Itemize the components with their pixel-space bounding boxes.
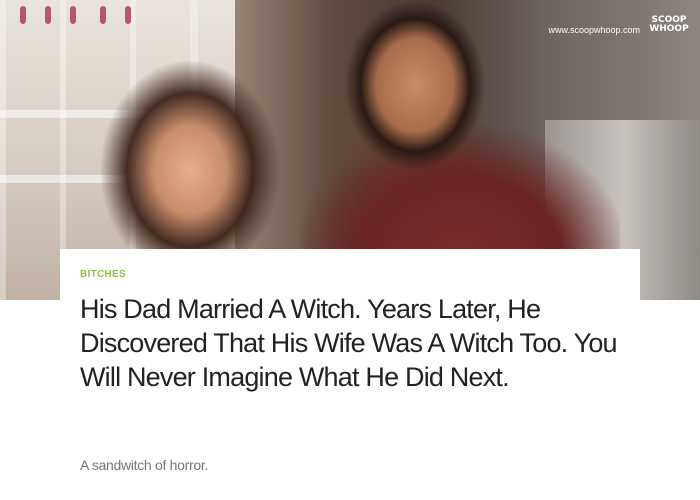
article-card[interactable]: BITCHES His Dad Married A Witch. Years L… [60,249,640,500]
chandelier [10,0,150,30]
article-subtitle: A sandwitch of horror. [80,457,209,473]
scoopwhoop-logo: SCOOP WHOOP [648,16,690,34]
category-link[interactable]: BITCHES [80,269,640,280]
article-headline[interactable]: His Dad Married A Witch. Years Later, He… [80,292,620,394]
logo-line-2: WHOOP [649,24,689,34]
watermark-url: www.scoopwhoop.com [548,25,640,35]
